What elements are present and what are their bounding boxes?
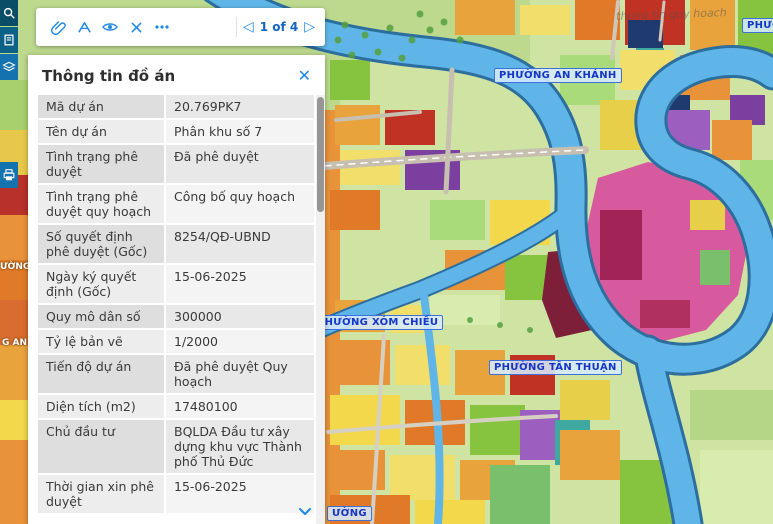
row-label: Quy mô dân số	[38, 305, 164, 328]
chevron-down-icon	[298, 507, 312, 517]
row-value: 15-06-2025	[166, 265, 314, 303]
row-value: 15-06-2025	[166, 475, 314, 513]
row-label: Tình trạng phê duyệt	[38, 145, 164, 183]
table-row: Ngày ký quyết định (Gốc)15-06-2025	[38, 265, 314, 303]
row-label: Thời gian xin phê duyệt	[38, 475, 164, 513]
row-value: Phân khu số 7	[166, 120, 314, 143]
measure-button[interactable]	[72, 15, 96, 39]
map-application: PHƯỜNG AN KHÁNH PHƯỜNG XÓM CHIẾU PHƯỜNG …	[0, 0, 773, 524]
row-label: Tỷ lệ bản vẽ	[38, 330, 164, 353]
row-value: 17480100	[166, 395, 314, 418]
row-label: Tình trạng phê duyệt quy hoạch	[38, 185, 164, 223]
map-toolbar: ◁ 1 of 4 ▷	[36, 8, 325, 46]
panel-close-button[interactable]: ✕	[296, 68, 313, 84]
street-label-partial-lower: G AN	[2, 338, 27, 348]
table-row: Tình trạng phê duyệt quy hoạchCông bố qu…	[38, 185, 314, 223]
row-value: Công bố quy hoạch	[166, 185, 314, 223]
row-label: Tiến độ dự án	[38, 355, 164, 393]
toolbar-divider	[236, 17, 237, 37]
ward-label-tan-thuan: PHƯỜNG TÂN THUẬN	[489, 360, 622, 375]
table-row: Mã dự án20.769PK7	[38, 95, 314, 118]
ward-label-partial-top-right: PHƯỜNG	[742, 18, 773, 33]
page-indicator: 1 of 4	[260, 20, 299, 34]
ellipsis-icon	[153, 18, 171, 36]
row-value: 20.769PK7	[166, 95, 314, 118]
search-button[interactable]	[0, 0, 18, 26]
project-info-panel: Thông tin đồ án ✕ Mã dự án20.769PK7Tên d…	[28, 55, 325, 524]
print-button[interactable]	[0, 162, 18, 188]
directory-button[interactable]	[0, 27, 18, 53]
directory-icon	[2, 33, 16, 47]
row-value: 1/2000	[166, 330, 314, 353]
row-value: BQLDA Đầu tư xây dựng khu vực Thành phố …	[166, 420, 314, 473]
prev-page-button[interactable]: ◁	[243, 20, 254, 34]
ward-label-partial-bottom: ƯỜNG	[327, 506, 372, 521]
more-options-button[interactable]	[150, 15, 174, 39]
row-value: Đã phê duyệt Quy hoạch	[166, 355, 314, 393]
next-page-button[interactable]: ▷	[304, 20, 315, 34]
table-row: Chủ đầu tưBQLDA Đầu tư xây dựng khu vực …	[38, 420, 314, 473]
info-table: Mã dự án20.769PK7Tên dự ánPhân khu số 7T…	[38, 95, 314, 524]
visibility-button[interactable]	[98, 15, 122, 39]
table-row: Quy mô dân số300000	[38, 305, 314, 328]
tool-rail	[0, 0, 18, 81]
row-value: 300000	[166, 305, 314, 328]
row-label: Chủ đầu tư	[38, 420, 164, 473]
print-icon	[2, 168, 16, 182]
clear-button[interactable]	[124, 15, 148, 39]
row-label: Diện tích (m2)	[38, 395, 164, 418]
eye-icon	[101, 18, 119, 36]
table-row: Thời gian xin phê duyệt15-06-2025	[38, 475, 314, 513]
close-x-icon	[129, 20, 144, 35]
row-label: Số quyết định phê duyệt (Gốc)	[38, 225, 164, 263]
panel-title: Thông tin đồ án	[42, 67, 175, 85]
measure-icon	[76, 19, 93, 36]
attachment-button[interactable]	[46, 15, 70, 39]
search-icon	[2, 6, 16, 20]
table-row: Tiến độ dự ánĐã phê duyệt Quy hoạch	[38, 355, 314, 393]
attachment-icon	[50, 19, 67, 36]
layers-button[interactable]	[0, 54, 18, 80]
scroll-down-button[interactable]	[298, 502, 312, 521]
table-row: Số quyết định phê duyệt (Gốc)8254/QĐ-UBN…	[38, 225, 314, 263]
row-label: Ngày ký quyết định (Gốc)	[38, 265, 164, 303]
page-navigator: ◁ 1 of 4 ▷	[243, 20, 315, 34]
row-label: Mã dự án	[38, 95, 164, 118]
table-row: Tỷ lệ bản vẽ1/2000	[38, 330, 314, 353]
table-row: Tên dự ánPhân khu số 7	[38, 120, 314, 143]
row-value: Đã phê duyệt	[166, 145, 314, 183]
row-label: Tên dự án	[38, 120, 164, 143]
ward-label-an-khanh: PHƯỜNG AN KHÁNH	[494, 68, 622, 83]
row-value: 8254/QĐ-UBND	[166, 225, 314, 263]
panel-header: Thông tin đồ án ✕	[28, 55, 325, 93]
panel-scrollbar[interactable]	[316, 95, 325, 524]
scrollbar-thumb[interactable]	[317, 97, 324, 212]
layers-icon	[2, 60, 16, 74]
table-row: Diện tích (m2)17480100	[38, 395, 314, 418]
table-row: Tình trạng phê duyệtĐã phê duyệt	[38, 145, 314, 183]
ward-label-xom-chieu: PHƯỜNG XÓM CHIẾU	[312, 315, 443, 330]
